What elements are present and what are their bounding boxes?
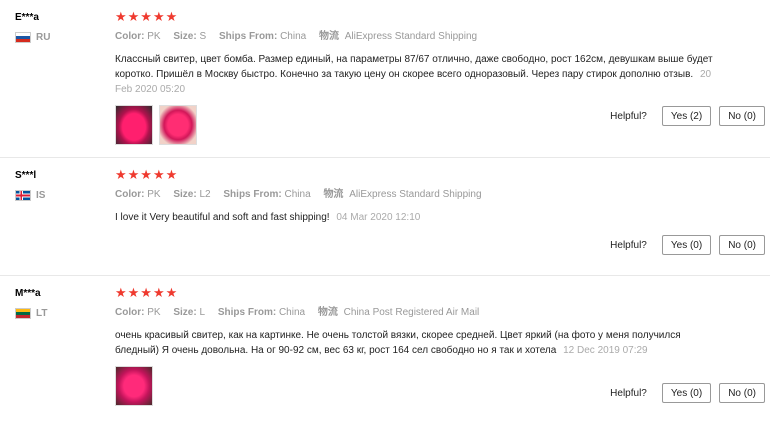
russia-flag-icon <box>15 32 31 43</box>
helpful-controls: Helpful? Yes (0) No (0) <box>610 383 765 403</box>
helpful-controls: Helpful? Yes (2) No (0) <box>610 106 765 126</box>
helpful-label: Helpful? <box>610 239 647 251</box>
ships-from-value: China <box>280 31 307 42</box>
star-rating: ★★★★★ <box>115 9 179 24</box>
size-label: Size: <box>173 189 197 200</box>
size-label: Size: <box>173 31 197 42</box>
order-info: Color: PK Size: L Ships From: China 物流 C… <box>115 306 765 320</box>
color-label: Color: <box>115 31 145 42</box>
review-item: E***a RU ★★★★★ Color: PK Size: S Ships F… <box>0 0 770 157</box>
review-photo-thumbnail[interactable] <box>115 366 153 406</box>
color-label: Color: <box>115 307 145 318</box>
reviewer-name: M***a <box>15 288 41 299</box>
ships-from-label: Ships From: <box>218 31 278 42</box>
helpful-no-button[interactable]: No (0) <box>719 383 765 403</box>
order-info: Color: PK Size: L2 Ships From: China 物流 … <box>115 188 765 202</box>
helpful-label: Helpful? <box>610 110 647 122</box>
reviewer-country: LT <box>15 308 110 319</box>
review-text: очень красивый свитер, как на картинке. … <box>115 328 715 358</box>
helpful-no-button[interactable]: No (0) <box>719 106 765 126</box>
review-content: Классный свитер, цвет бомба. Размер един… <box>115 54 713 80</box>
reviewer-country: RU <box>15 32 110 43</box>
reviewer-country: IS <box>15 190 110 201</box>
star-rating: ★★★★★ <box>115 285 179 300</box>
ships-from-label: Ships From: <box>217 307 277 318</box>
lithuania-flag-icon <box>15 308 31 319</box>
review-content: I love it Very beautiful and soft and fa… <box>115 212 330 223</box>
logistics-icon: 物流 <box>323 189 344 200</box>
country-code: LT <box>36 308 48 319</box>
color-value: PK <box>147 189 161 200</box>
size-value: L <box>199 307 206 318</box>
review-item: M***a LT ★★★★★ Color: PK Size: L Ships F… <box>0 275 770 427</box>
color-value: PK <box>147 31 161 42</box>
review-photo-thumbnail[interactable] <box>159 105 197 145</box>
color-value: PK <box>147 307 161 318</box>
size-label: Size: <box>173 307 197 318</box>
iceland-flag-icon <box>15 190 31 201</box>
logistics-value: AliExpress Standard Shipping <box>344 31 478 42</box>
ships-from-value: China <box>284 189 311 200</box>
reviewer-info: M***a LT <box>15 288 110 319</box>
order-info: Color: PK Size: S Ships From: China 物流 A… <box>115 30 765 44</box>
helpful-label: Helpful? <box>610 387 647 399</box>
logistics-value: China Post Registered Air Mail <box>343 307 480 318</box>
size-value: L2 <box>199 189 211 200</box>
logistics-icon: 物流 <box>318 31 339 42</box>
reviewer-name: E***a <box>15 12 39 23</box>
helpful-yes-button[interactable]: Yes (0) <box>661 383 712 403</box>
review-body: ★★★★★ Color: PK Size: L2 Ships From: Chi… <box>115 168 765 225</box>
review-item: S***l IS ★★★★★ Color: PK Size: L2 Ships … <box>0 157 770 275</box>
review-text: I love it Very beautiful and soft and fa… <box>115 210 715 225</box>
ships-from-value: China <box>278 307 306 318</box>
country-code: IS <box>36 190 46 201</box>
review-photo-thumbnail[interactable] <box>115 105 153 145</box>
review-date: 04 Mar 2020 12:10 <box>336 212 421 223</box>
color-label: Color: <box>115 189 145 200</box>
logistics-icon: 物流 <box>317 307 338 318</box>
reviewer-info: S***l IS <box>15 170 110 201</box>
size-value: S <box>199 31 207 42</box>
helpful-yes-button[interactable]: Yes (2) <box>661 106 712 126</box>
ships-from-label: Ships From: <box>223 189 282 200</box>
star-rating: ★★★★★ <box>115 167 179 182</box>
review-date: 12 Dec 2019 07:29 <box>563 345 648 356</box>
helpful-controls: Helpful? Yes (0) No (0) <box>610 235 765 255</box>
reviewer-info: E***a RU <box>15 12 110 43</box>
logistics-value: AliExpress Standard Shipping <box>349 189 482 200</box>
country-code: RU <box>36 32 51 43</box>
helpful-yes-button[interactable]: Yes (0) <box>661 235 712 255</box>
review-text: Классный свитер, цвет бомба. Размер един… <box>115 52 715 97</box>
reviewer-name: S***l <box>15 170 37 181</box>
helpful-no-button[interactable]: No (0) <box>719 235 765 255</box>
